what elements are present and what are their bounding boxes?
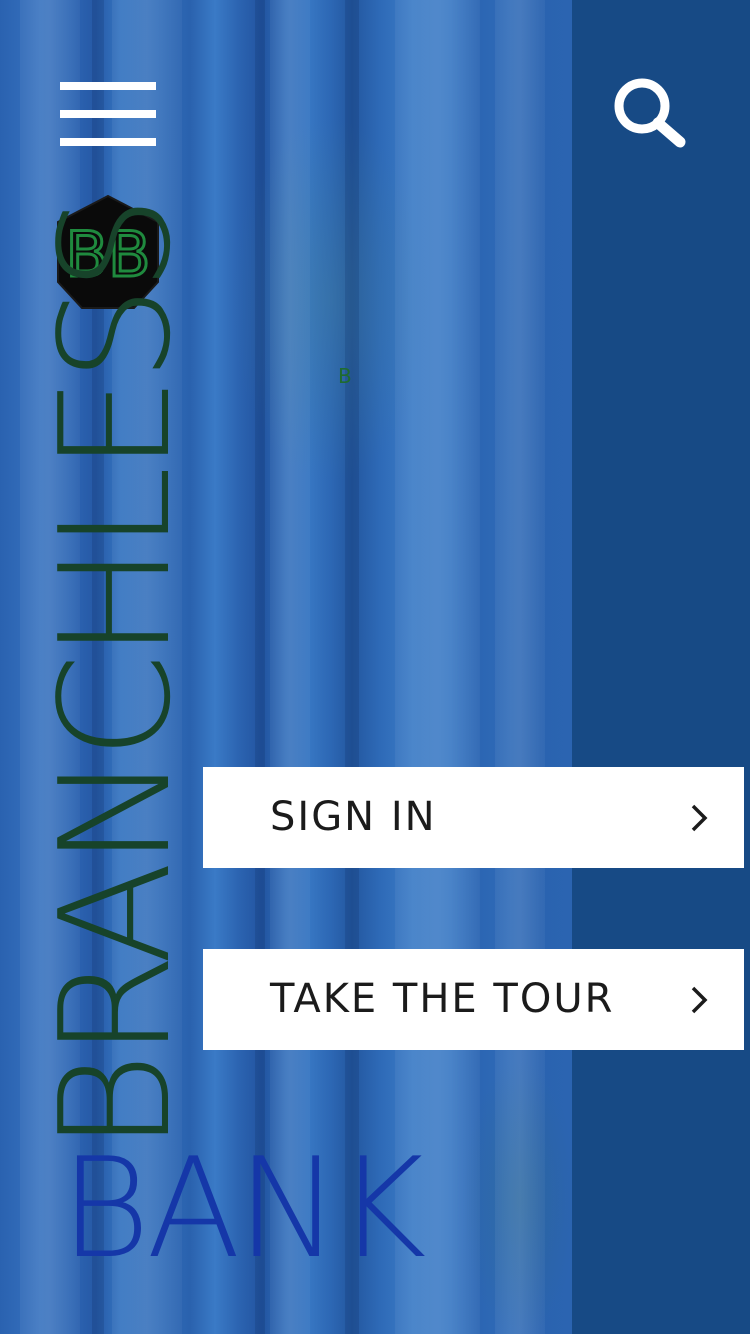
sign-in-label: SIGN IN [270,794,437,840]
right-blue-panel [572,0,750,1334]
brand-name-vertical: BRANCHLESS [27,201,204,1152]
hamburger-menu-icon[interactable] [60,80,156,150]
brand-name-bank: BANK [60,1128,426,1289]
take-the-tour-button[interactable]: TAKE THE TOUR [203,949,744,1050]
chevron-right-icon [688,803,710,833]
sign-in-button[interactable]: SIGN IN [203,767,744,868]
background-letter: B [338,364,352,388]
home-screen: BB B BRANCHLESS BANK SIGN IN TAKE THE TO… [0,0,750,1334]
chevron-right-icon [688,985,710,1015]
take-the-tour-label: TAKE THE TOUR [270,976,615,1022]
search-icon[interactable] [610,74,690,150]
